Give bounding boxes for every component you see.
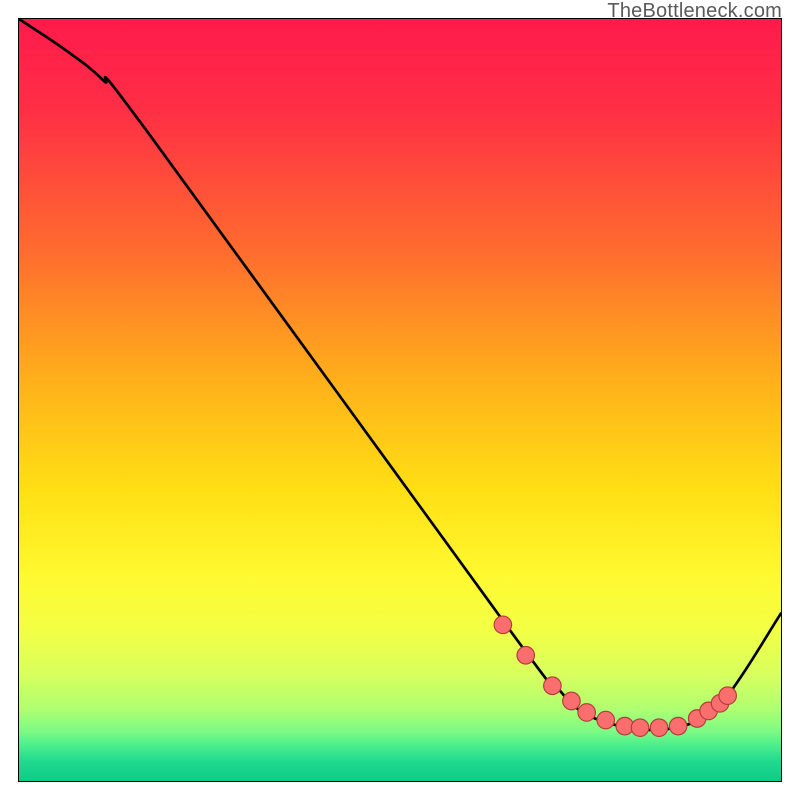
marker-point [631,719,649,737]
marker-point [517,647,535,665]
marker-point [650,719,668,737]
chart-stage: TheBottleneck.com [0,0,800,800]
chart-svg [19,19,781,781]
marker-point [578,704,596,722]
marker-point [719,687,737,705]
plot-area [18,18,782,782]
marker-point [563,692,581,710]
marker-point [494,616,512,634]
marker-point [597,711,615,729]
marker-point [669,717,687,735]
bottleneck-curve [19,19,781,730]
highlighted-points [494,616,736,736]
marker-point [544,677,562,695]
